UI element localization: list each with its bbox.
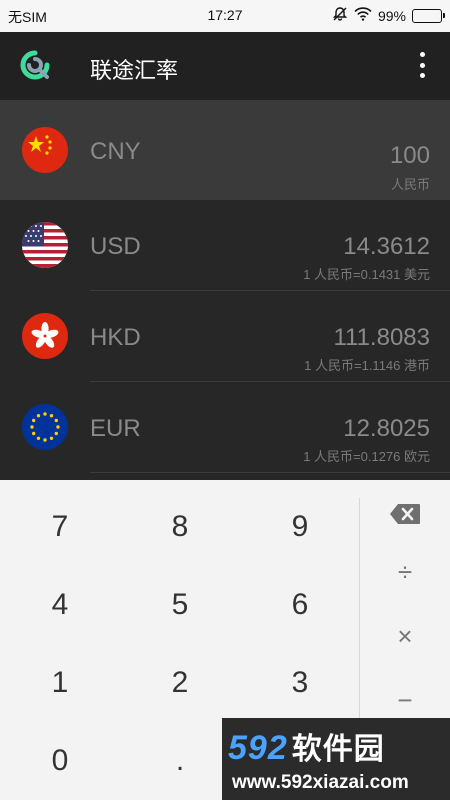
currency-list: CNY 100 人民币 USD 14.3612 1 人民币=0.1431 美元 … xyxy=(0,100,450,480)
app-title: 联途汇率 xyxy=(90,58,179,83)
app-bar: 联途汇率 xyxy=(0,32,450,100)
cny-flag-icon xyxy=(22,127,68,173)
battery-icon xyxy=(412,8,445,23)
usd-flag-icon xyxy=(22,222,68,268)
more-options-icon[interactable] xyxy=(416,52,428,78)
do-not-disturb-icon xyxy=(332,6,348,25)
hkd-flag-icon xyxy=(22,313,68,359)
currency-note: 1 人民币=0.1276 欧元 xyxy=(303,449,430,464)
key-5[interactable]: 5 xyxy=(120,566,240,644)
app-logo-icon xyxy=(20,50,50,80)
currency-amount: 111.8083 xyxy=(333,324,430,351)
eur-flag-icon xyxy=(22,404,68,450)
currency-row-eur[interactable]: EUR 12.8025 1 人民币=0.1276 欧元 xyxy=(0,382,450,473)
currency-amount: 12.8025 xyxy=(343,415,430,442)
backspace-icon[interactable] xyxy=(360,482,450,546)
row-divider xyxy=(90,472,450,473)
battery-percent: 99% xyxy=(377,7,406,24)
currency-code: HKD xyxy=(90,324,141,351)
currency-row-hkd[interactable]: HKD 111.8083 1 人民币=1.1146 港币 xyxy=(0,291,450,382)
currency-note: 人民币 xyxy=(390,177,430,192)
currency-row-usd[interactable]: USD 14.3612 1 人民币=0.1431 美元 xyxy=(0,200,450,291)
key-4[interactable]: 4 xyxy=(0,566,120,644)
key-3[interactable]: 3 xyxy=(240,644,360,722)
key-1[interactable]: 1 xyxy=(0,644,120,722)
key-multiply[interactable]: × xyxy=(360,604,450,668)
status-right: 99% xyxy=(332,6,445,25)
currency-code: EUR xyxy=(90,415,141,442)
currency-note: 1 人民币=0.1431 美元 xyxy=(303,267,430,282)
key-2[interactable]: 2 xyxy=(120,644,240,722)
key-divide[interactable]: ÷ xyxy=(360,540,450,604)
currency-amount: 100 xyxy=(389,142,430,169)
key-0[interactable]: 0 xyxy=(0,722,120,800)
watermark-url: www.592xiazai.com xyxy=(232,772,409,793)
watermark-brand-cn: 软件园 xyxy=(291,733,385,766)
key-8[interactable]: 8 xyxy=(120,488,240,566)
currency-row-cny[interactable]: CNY 100 人民币 xyxy=(0,100,450,200)
watermark-brand: 592 软件园 xyxy=(228,724,385,768)
wifi-icon xyxy=(354,7,372,24)
status-bar: 无SIM 17:27 99% xyxy=(0,0,450,32)
currency-code: USD xyxy=(90,233,141,260)
key-9[interactable]: 9 xyxy=(240,488,360,566)
currency-note: 1 人民币=1.1146 港币 xyxy=(304,358,430,373)
currency-code: CNY xyxy=(90,138,141,165)
watermark-brand-number: 592 xyxy=(228,729,288,767)
watermark: 592 软件园 www.592xiazai.com xyxy=(222,718,450,800)
key-7[interactable]: 7 xyxy=(0,488,120,566)
currency-amount: 14.3612 xyxy=(343,233,430,260)
key-6[interactable]: 6 xyxy=(240,566,360,644)
